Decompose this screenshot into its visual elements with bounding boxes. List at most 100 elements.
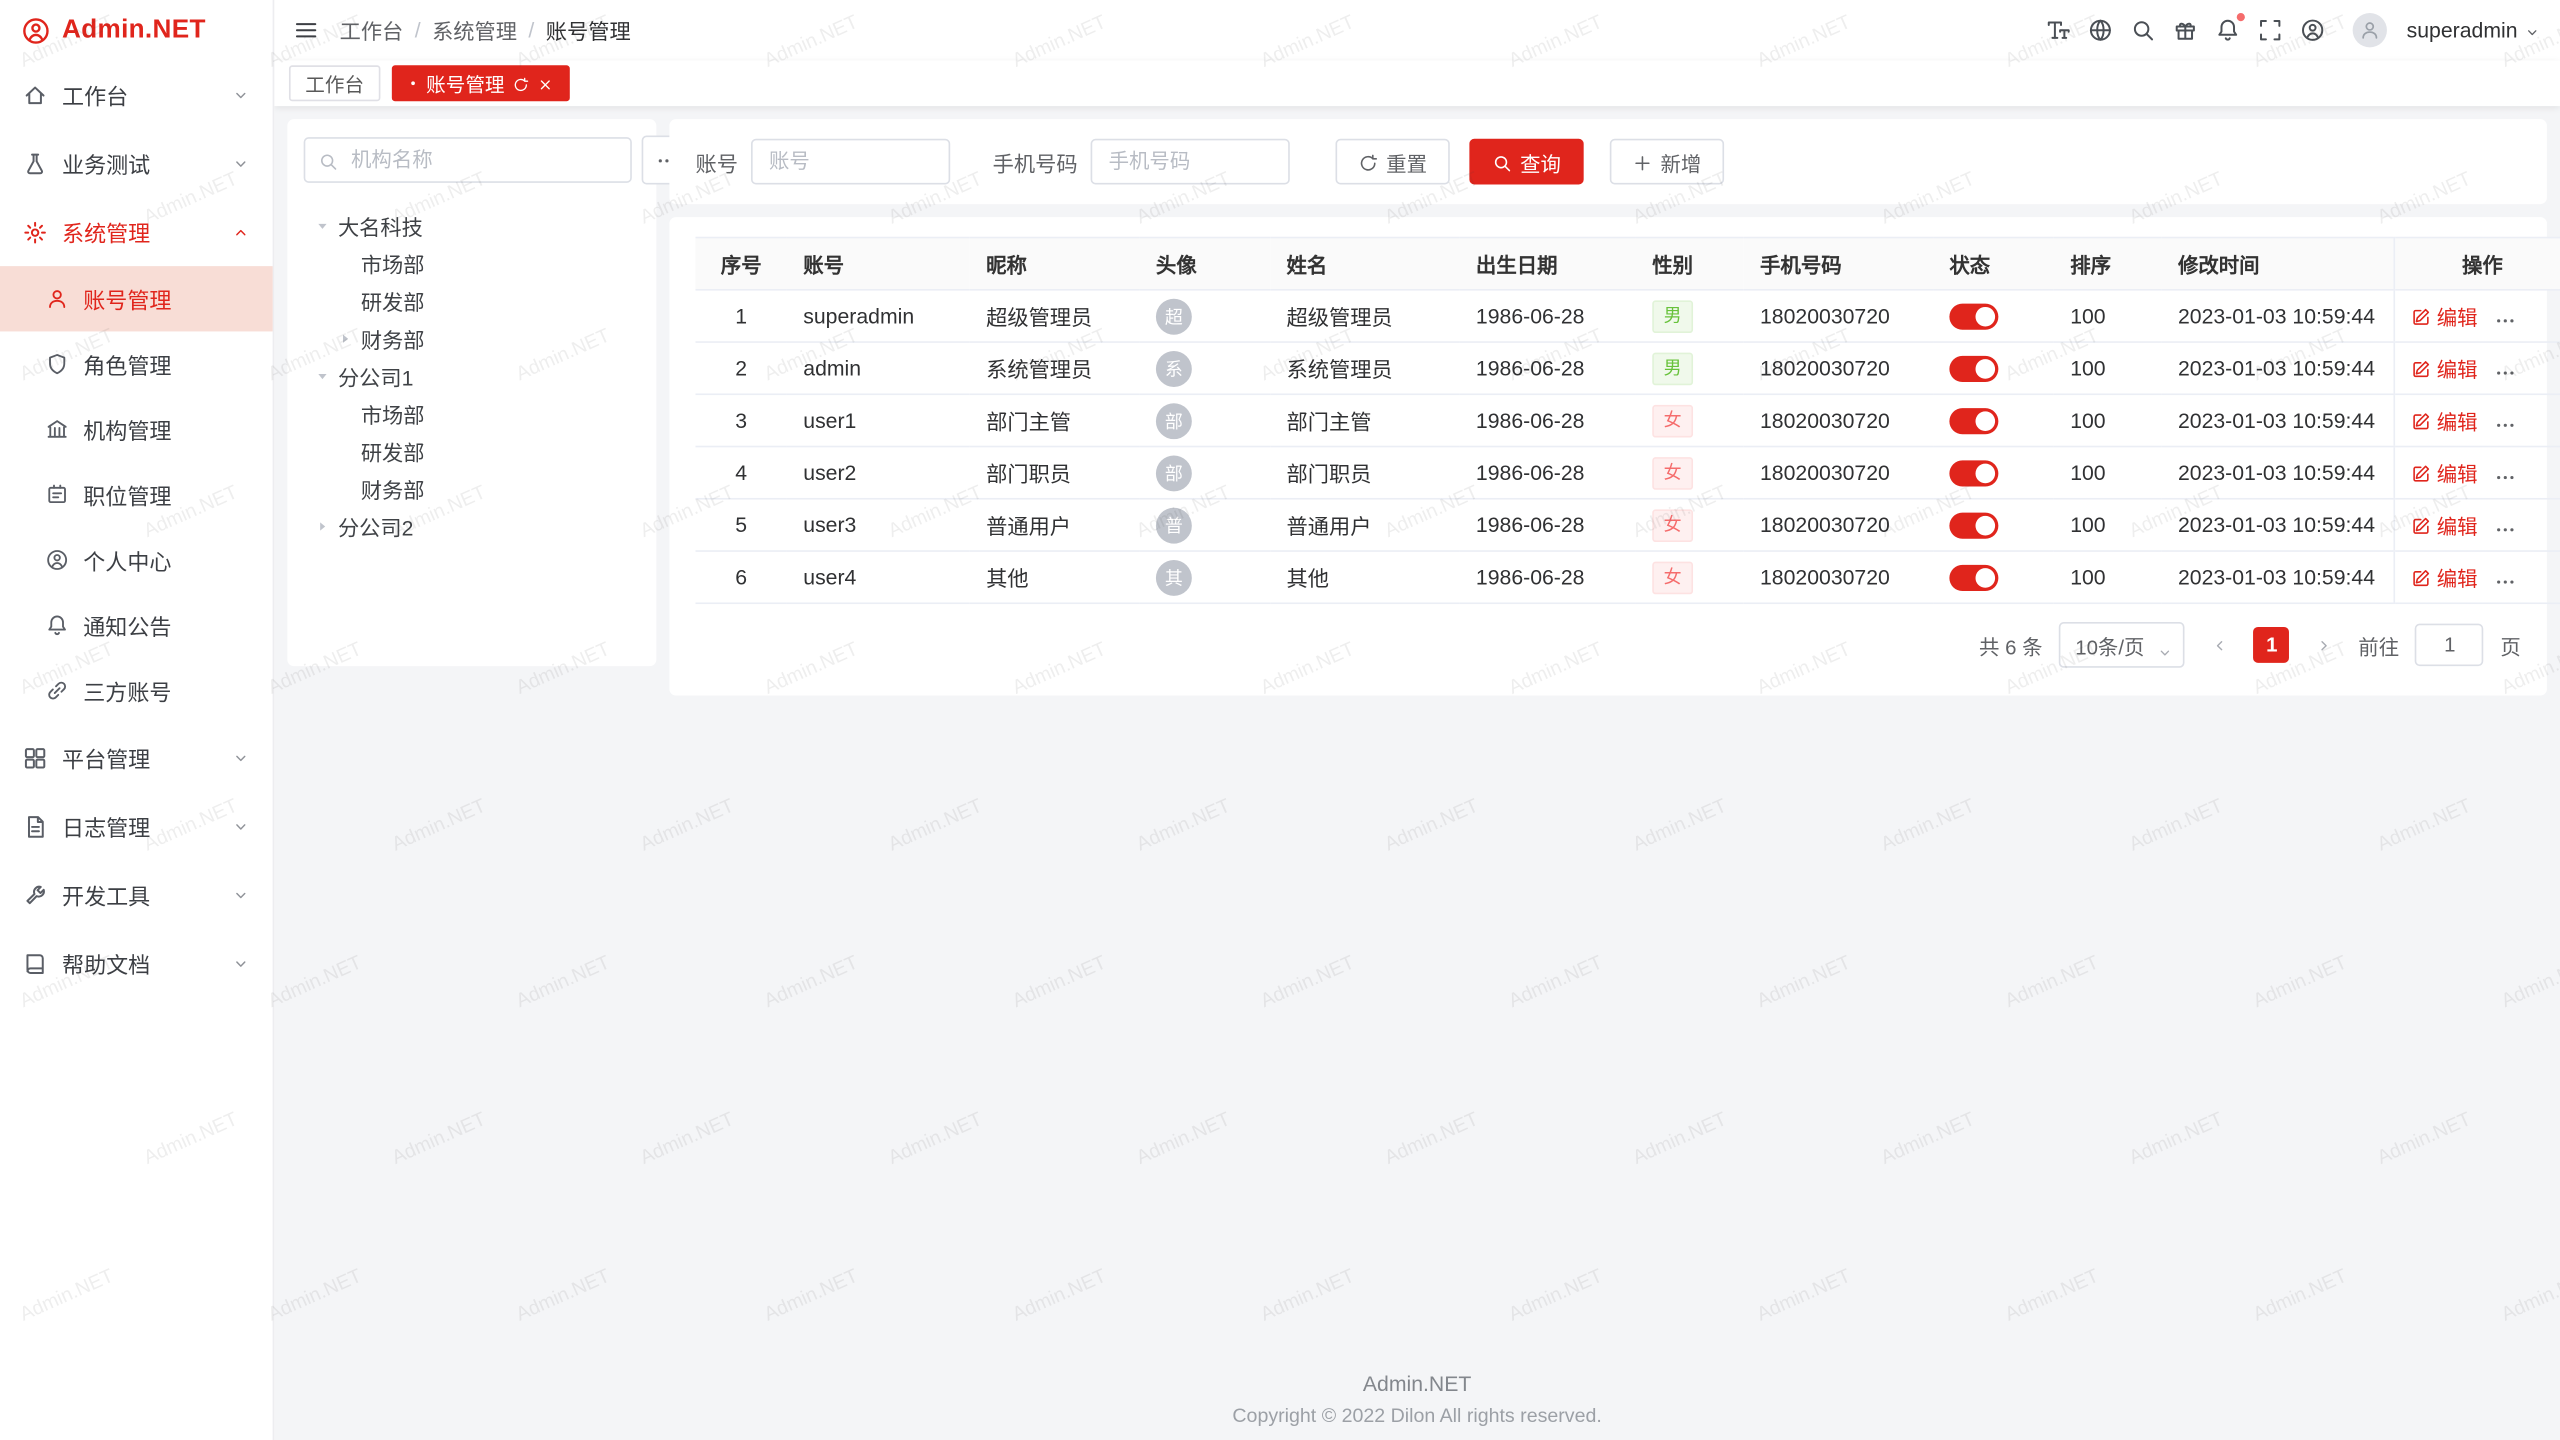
tree-node-财务部[interactable]: 财务部 (304, 320, 640, 358)
edit-button[interactable]: 编辑 (2411, 300, 2478, 331)
toggle-knob (1976, 463, 1996, 483)
breadcrumb-item[interactable]: 工作台 (340, 15, 404, 46)
column-header-sort: 排序 (2054, 238, 2162, 290)
tab-工作台[interactable]: 工作台 (289, 65, 380, 101)
tree-node-财务部[interactable]: 财务部 (304, 470, 640, 508)
row-more-button[interactable] (2494, 466, 2515, 487)
sidebar-subitem-个人中心[interactable]: 个人中心 (0, 527, 273, 592)
shield-icon (46, 353, 69, 376)
next-page-button[interactable] (2306, 627, 2342, 663)
status-toggle[interactable] (1949, 512, 1998, 538)
tree-node-分公司1[interactable]: 分公司1 (304, 358, 640, 396)
sidebar-subitem-通知公告[interactable]: 通知公告 (0, 593, 273, 658)
row-more-button[interactable] (2494, 571, 2515, 592)
cell-account: user3 (787, 499, 970, 551)
font-size-icon[interactable] (2036, 9, 2078, 51)
sidebar-item-系统管理[interactable]: 系统管理 (0, 198, 273, 267)
sidebar-item-帮助文档[interactable]: 帮助文档 (0, 929, 273, 998)
query-button[interactable]: 查询 (1469, 139, 1583, 185)
sidebar-subitem-label: 职位管理 (83, 478, 171, 511)
goto-page-input[interactable] (2415, 624, 2484, 666)
tree-caret[interactable] (310, 515, 333, 538)
hamburger-menu-icon[interactable] (294, 17, 320, 43)
status-toggle[interactable] (1949, 356, 1998, 382)
account-filter-input[interactable] (751, 139, 950, 185)
sidebar-item-日志管理[interactable]: 日志管理 (0, 792, 273, 861)
tree-node-研发部[interactable]: 研发部 (304, 433, 640, 471)
status-toggle[interactable] (1949, 408, 1998, 434)
page-number-button[interactable]: 1 (2254, 627, 2290, 663)
search-icon (1492, 150, 1512, 173)
tab-refresh-icon[interactable] (513, 72, 529, 95)
fullscreen-icon[interactable] (2248, 9, 2290, 51)
sidebar-item-业务测试[interactable]: 业务测试 (0, 129, 273, 198)
page-size-value: 10条/页 (2075, 629, 2144, 660)
status-toggle[interactable] (1949, 303, 1998, 329)
sidebar-item-平台管理[interactable]: 平台管理 (0, 723, 273, 792)
breadcrumb-item[interactable]: 账号管理 (546, 15, 631, 46)
tab-label: 账号管理 (426, 69, 504, 97)
chevron-down-icon (232, 86, 250, 104)
tree-caret[interactable] (310, 215, 333, 238)
cell-name: 系统管理员 (1270, 342, 1459, 394)
gift-icon[interactable] (2163, 9, 2205, 51)
row-more-button[interactable] (2494, 414, 2515, 435)
sidebar-item-开发工具[interactable]: 开发工具 (0, 860, 273, 929)
row-more-button[interactable] (2494, 518, 2515, 539)
flask-icon (23, 151, 47, 175)
phone-filter-input[interactable] (1091, 139, 1290, 185)
page-footer: Admin.NET Copyright © 2022 Dilon All rig… (274, 1371, 2560, 1427)
edit-button[interactable]: 编辑 (2411, 405, 2478, 436)
profile-icon (21, 16, 50, 45)
prev-page-button[interactable] (2202, 627, 2238, 663)
table-row: 4user2部门职员部部门职员1986-06-28女18020030720100… (696, 447, 2560, 499)
reset-button[interactable]: 重置 (1336, 139, 1450, 185)
language-icon[interactable] (2078, 9, 2120, 51)
edit-button[interactable]: 编辑 (2411, 562, 2478, 593)
edit-button[interactable]: 编辑 (2411, 457, 2478, 488)
toggle-knob (1976, 568, 1996, 588)
sidebar-subitem-账号管理[interactable]: 账号管理 (0, 266, 273, 331)
sidebar-item-label: 日志管理 (62, 810, 150, 843)
tree-node-研发部[interactable]: 研发部 (304, 282, 640, 320)
user-icon (46, 287, 69, 310)
profile-icon[interactable] (2291, 9, 2333, 51)
cell-index: 2 (696, 342, 787, 394)
cell-gender: 女 (1636, 551, 1744, 603)
tree-caret[interactable] (333, 327, 356, 350)
tree-node-市场部[interactable]: 市场部 (304, 395, 640, 433)
document-icon (23, 814, 47, 838)
row-more-button[interactable] (2494, 309, 2515, 330)
search-icon[interactable] (2121, 9, 2163, 51)
org-search-input[interactable] (348, 147, 617, 173)
page-size-select[interactable]: 10条/页 (2059, 622, 2185, 668)
user-menu[interactable]: superadmin (2407, 18, 2541, 42)
sidebar-subitem-职位管理[interactable]: 职位管理 (0, 462, 273, 527)
status-toggle[interactable] (1949, 565, 1998, 591)
tree-node-市场部[interactable]: 市场部 (304, 245, 640, 283)
sidebar-item-工作台[interactable]: 工作台 (0, 60, 273, 129)
cell-modified: 2023-01-03 10:59:44 (2162, 499, 2394, 551)
edit-icon (2411, 515, 2431, 535)
sidebar-subitem-机构管理[interactable]: 机构管理 (0, 397, 273, 462)
row-more-button[interactable] (2494, 362, 2515, 383)
tree-caret[interactable] (310, 365, 333, 388)
notification-bell-icon[interactable] (2206, 9, 2248, 51)
tree-node-大名科技[interactable]: 大名科技 (304, 207, 640, 245)
tab-账号管理[interactable]: 账号管理 (392, 65, 570, 101)
breadcrumb-item[interactable]: 系统管理 (432, 15, 517, 46)
cell-account: admin (787, 342, 970, 394)
tree-node-分公司2[interactable]: 分公司2 (304, 508, 640, 546)
edit-button[interactable]: 编辑 (2411, 353, 2478, 384)
tree-node-label: 大名科技 (338, 211, 423, 242)
chevron-down-icon (232, 154, 250, 172)
table-row: 2admin系统管理员系系统管理员1986-06-28男180200307201… (696, 342, 2560, 394)
avatar[interactable] (2353, 13, 2387, 47)
sidebar-subitem-角色管理[interactable]: 角色管理 (0, 331, 273, 396)
cell-nickname: 部门主管 (970, 394, 1140, 446)
add-button[interactable]: 新增 (1610, 139, 1724, 185)
sidebar-subitem-三方账号[interactable]: 三方账号 (0, 658, 273, 723)
tab-close-icon[interactable] (537, 72, 553, 95)
status-toggle[interactable] (1949, 460, 1998, 486)
edit-button[interactable]: 编辑 (2411, 509, 2478, 540)
